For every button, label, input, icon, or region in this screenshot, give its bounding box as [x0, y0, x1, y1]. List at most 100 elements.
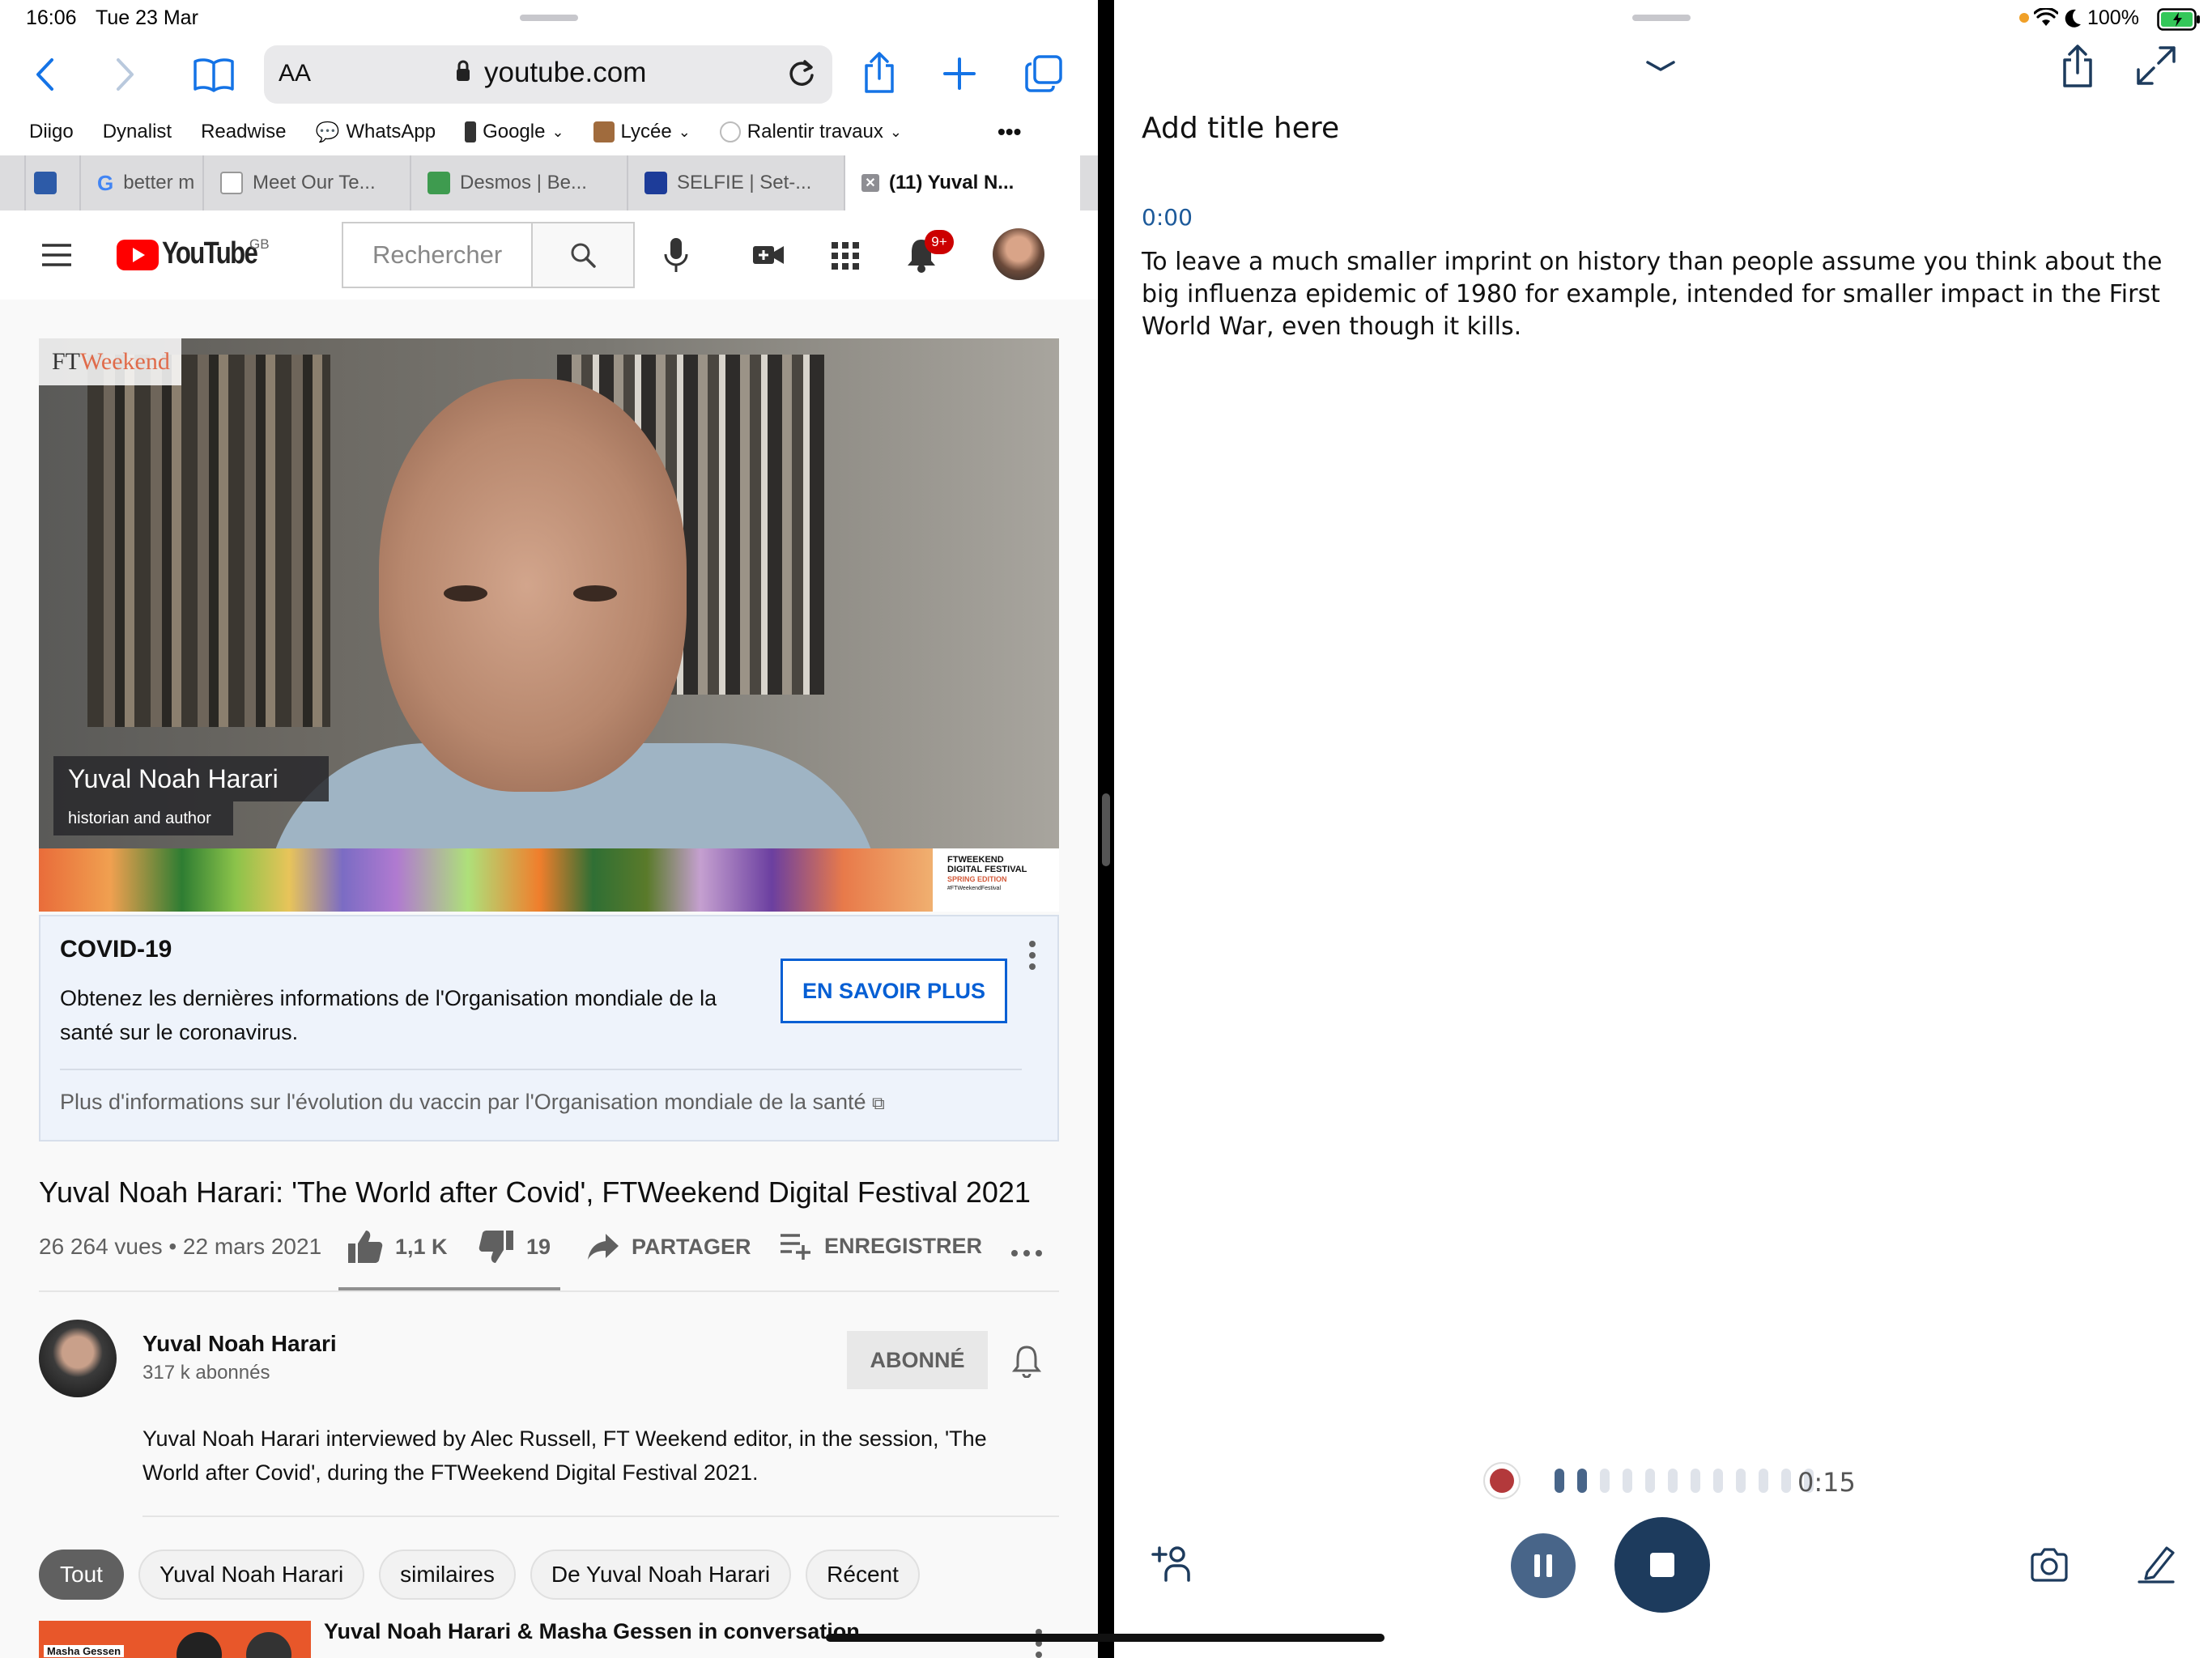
- apps-grid-icon[interactable]: [831, 241, 860, 270]
- favicon-icon: [34, 172, 57, 194]
- divider-handle[interactable]: [1102, 793, 1110, 866]
- wifi-icon: [2033, 6, 2059, 28]
- more-actions-icon[interactable]: [1010, 1247, 1043, 1256]
- divider: [39, 1290, 1059, 1292]
- new-tab-plus-icon[interactable]: [939, 53, 980, 94]
- level-segment: [1781, 1469, 1791, 1493]
- do-not-disturb-moon-icon: [2063, 8, 2082, 29]
- thumbnail-label: Masha Gessen: [44, 1645, 125, 1657]
- status-date: Tue 23 Mar: [96, 6, 198, 29]
- subscriber-count: 317 k abonnés: [143, 1362, 270, 1384]
- highlight-pen-icon[interactable]: [2136, 1543, 2176, 1584]
- tab-meet-our-team[interactable]: Meet Our Te...: [202, 155, 410, 210]
- expand-fullscreen-icon[interactable]: [2136, 45, 2176, 86]
- video-title: Yuval Noah Harari: 'The World after Covi…: [39, 1175, 1031, 1209]
- camera-icon[interactable]: [2029, 1548, 2069, 1582]
- search-input[interactable]: Rechercher: [342, 222, 531, 288]
- multitasking-handle[interactable]: [1632, 15, 1691, 21]
- level-segment: [1577, 1469, 1587, 1493]
- back-icon[interactable]: [24, 52, 65, 97]
- transcript-text[interactable]: To leave a much smaller imprint on histo…: [1142, 246, 2186, 343]
- youtube-logo-text[interactable]: YouTube: [162, 236, 258, 271]
- stop-button[interactable]: [1614, 1517, 1710, 1613]
- learn-more-button[interactable]: EN SAVOIR PLUS: [781, 959, 1007, 1023]
- menu-hamburger-icon[interactable]: [40, 243, 73, 267]
- forward-icon[interactable]: [105, 52, 146, 97]
- bookmark-folder-google[interactable]: Google ⌄: [465, 121, 564, 143]
- status-time: 16:06: [26, 6, 77, 29]
- chip-recent[interactable]: Récent: [806, 1550, 920, 1600]
- next-video-thumbnail[interactable]: Masha Gessen: [39, 1621, 311, 1658]
- bookmark-whatsapp[interactable]: 💬 WhatsApp: [315, 121, 436, 144]
- split-view-divider[interactable]: [1098, 0, 1114, 1658]
- create-video-icon[interactable]: [751, 241, 785, 269]
- subscribed-button[interactable]: ABONNÉ: [847, 1331, 988, 1389]
- youtube-logo-icon[interactable]: [117, 240, 159, 270]
- url-text[interactable]: youtube.com: [484, 57, 646, 89]
- text-size-button[interactable]: AA: [279, 60, 311, 87]
- playlist-add-icon: [781, 1234, 810, 1260]
- account-avatar[interactable]: [993, 228, 1044, 280]
- person-eye: [573, 585, 617, 602]
- tabs-overview-icon[interactable]: [1022, 52, 1066, 96]
- pause-button[interactable]: [1511, 1533, 1576, 1598]
- chip-all[interactable]: Tout: [39, 1550, 124, 1600]
- tab-pinned[interactable]: [24, 155, 79, 210]
- video-player[interactable]: FT Weekend Yuval Noah Harari historian an…: [39, 338, 1059, 912]
- level-segment: [1736, 1469, 1746, 1493]
- phone-icon: [465, 121, 477, 142]
- elapsed-time: 0:15: [1797, 1467, 1856, 1498]
- divider: [143, 1516, 1059, 1517]
- share-icon[interactable]: [858, 49, 900, 97]
- export-share-icon[interactable]: [2060, 44, 2095, 89]
- like-button[interactable]: 1,1 K: [347, 1229, 448, 1265]
- bookmark-folder-lycee[interactable]: Lycée ⌄: [593, 121, 691, 143]
- notification-bell-icon[interactable]: [1011, 1344, 1042, 1379]
- home-indicator[interactable]: [826, 1634, 1385, 1642]
- person-eye: [444, 585, 487, 602]
- save-button[interactable]: ENREGISTRER: [779, 1232, 982, 1260]
- vaccine-info-link[interactable]: Plus d'informations sur l'évolution du v…: [60, 1090, 885, 1115]
- tab-desmos[interactable]: Desmos | Be...: [410, 155, 627, 210]
- covid-title: COVID-19: [60, 936, 172, 963]
- tab-selfie[interactable]: SELFIE | Set-...: [627, 155, 844, 210]
- person-face: [379, 379, 687, 792]
- google-icon: G: [97, 170, 114, 195]
- next-video-title[interactable]: Yuval Noah Harari & Masha Gessen in conv…: [324, 1619, 860, 1644]
- bookmark-folder-ralentir[interactable]: Ralentir travaux ⌄: [719, 121, 902, 143]
- dislike-button[interactable]: 19: [478, 1229, 551, 1265]
- covid-text: Obtenez les dernières informations de l'…: [60, 986, 717, 1044]
- lock-icon: [455, 58, 471, 86]
- share-button[interactable]: PARTAGER: [586, 1232, 751, 1261]
- level-segment: [1759, 1469, 1768, 1493]
- bookmarks-book-icon[interactable]: [188, 52, 240, 97]
- more-bookmarks-button[interactable]: •••: [998, 119, 1021, 145]
- bookshelf: [87, 355, 330, 727]
- more-options-icon[interactable]: [1028, 939, 1036, 971]
- search-button[interactable]: [531, 222, 635, 288]
- chip-yuval-noah-harari[interactable]: Yuval Noah Harari: [138, 1550, 365, 1600]
- level-segment: [1623, 1469, 1632, 1493]
- thumbs-up-icon: [348, 1231, 383, 1263]
- region-label: GB: [249, 236, 270, 252]
- multitasking-handle[interactable]: [520, 15, 578, 21]
- note-title-input[interactable]: Add title here: [1142, 112, 1339, 145]
- recording-indicator: [1483, 1462, 1521, 1499]
- channel-name[interactable]: Yuval Noah Harari: [143, 1331, 337, 1357]
- bookmark-diigo[interactable]: Diigo: [29, 121, 74, 143]
- level-segment: [1668, 1469, 1678, 1493]
- tab-youtube-active[interactable]: ✕ (11) Yuval N...: [844, 155, 1080, 210]
- bookmark-dynalist[interactable]: Dynalist: [103, 121, 172, 143]
- microphone-icon[interactable]: [662, 236, 690, 274]
- channel-avatar[interactable]: [39, 1320, 117, 1397]
- close-tab-icon[interactable]: ✕: [861, 174, 879, 192]
- add-speaker-icon[interactable]: [1151, 1545, 1192, 1582]
- more-options-icon[interactable]: [1035, 1627, 1043, 1658]
- chip-from-channel[interactable]: De Yuval Noah Harari: [530, 1550, 792, 1600]
- chip-similar[interactable]: similaires: [379, 1550, 516, 1600]
- tab-google[interactable]: G better m: [79, 155, 202, 210]
- collapse-chevron-icon[interactable]: [1645, 60, 1676, 73]
- bookmark-readwise[interactable]: Readwise: [201, 121, 286, 143]
- transcript-timestamp[interactable]: 0:00: [1142, 204, 1193, 231]
- reload-icon[interactable]: [785, 57, 818, 89]
